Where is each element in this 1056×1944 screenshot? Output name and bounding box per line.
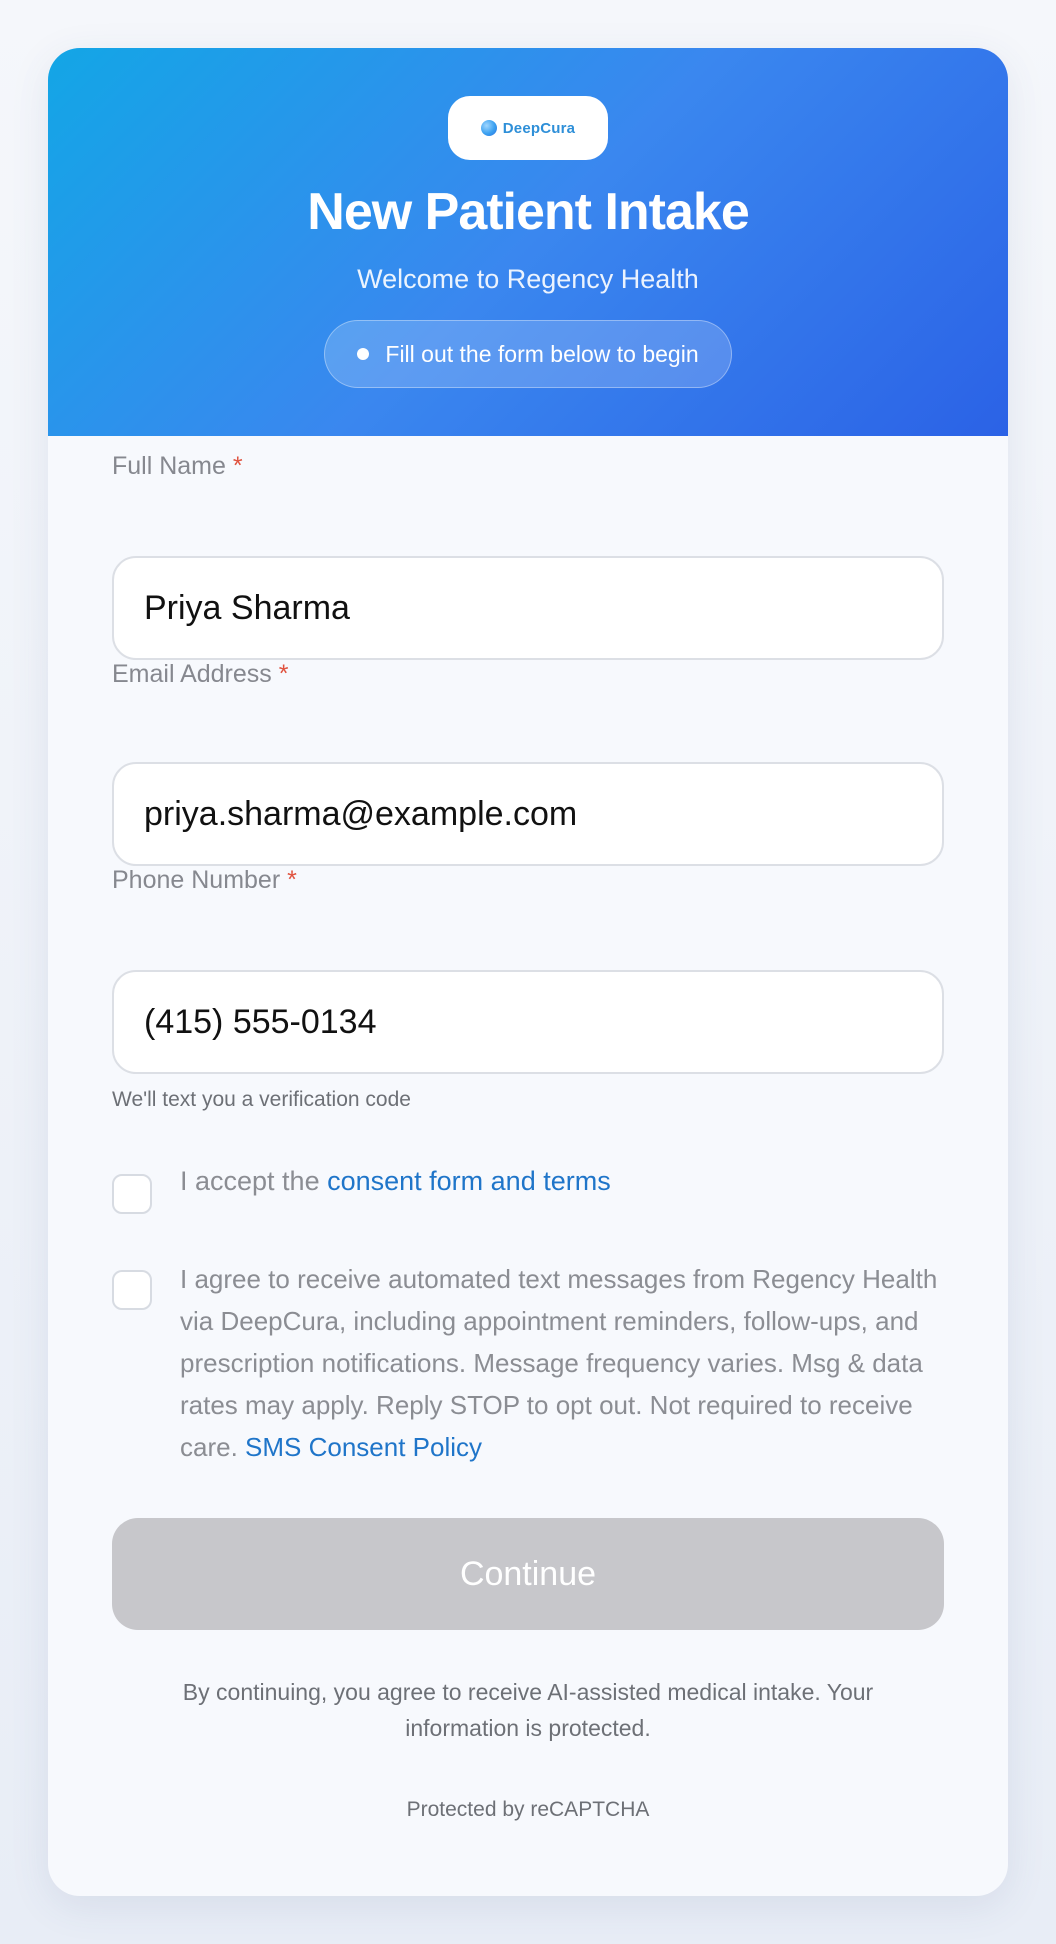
full-name-label: Full Name * bbox=[112, 452, 243, 481]
phone-label: Phone Number * bbox=[112, 866, 297, 895]
required-marker: * bbox=[232, 452, 243, 480]
page-title: New Patient Intake bbox=[307, 183, 749, 241]
full-name-input[interactable] bbox=[112, 556, 944, 660]
status-text: Fill out the form below to begin bbox=[385, 340, 699, 367]
sms-consent-label: I agree to receive automated text messag… bbox=[180, 1258, 950, 1468]
deepcura-logo-icon bbox=[480, 120, 497, 136]
disclaimer-text: By continuing, you agree to receive AI-a… bbox=[182, 1679, 874, 1741]
header-banner: DeepCura New Patient Intake Welcome to R… bbox=[48, 48, 1008, 436]
consent-label-text: I accept the bbox=[180, 1166, 328, 1196]
continue-button[interactable]: Continue bbox=[112, 1518, 944, 1630]
consent-checkbox[interactable] bbox=[112, 1174, 152, 1214]
consent-terms-link[interactable]: consent form and terms bbox=[327, 1166, 611, 1196]
brand-logo-text: DeepCura bbox=[502, 119, 576, 137]
status-badge: Fill out the form below to begin bbox=[324, 320, 732, 388]
brand-logo: DeepCura bbox=[448, 96, 608, 160]
required-marker: * bbox=[278, 660, 289, 688]
status-dot-icon bbox=[357, 348, 370, 360]
email-label-text: Email Address bbox=[112, 660, 272, 688]
email-input[interactable] bbox=[112, 762, 944, 866]
page-subtitle: Welcome to Regency Health bbox=[357, 264, 699, 294]
consent-label: I accept the consent form and terms bbox=[180, 1166, 611, 1197]
phone-input[interactable] bbox=[112, 970, 944, 1074]
email-label: Email Address * bbox=[112, 660, 288, 689]
phone-label-text: Phone Number bbox=[112, 866, 281, 894]
sms-consent-policy-link[interactable]: SMS Consent Policy bbox=[245, 1432, 482, 1462]
intake-card: DeepCura New Patient Intake Welcome to R… bbox=[48, 48, 1008, 1896]
phone-hint: We'll text you a verification code bbox=[112, 1088, 411, 1111]
required-marker: * bbox=[287, 866, 297, 894]
full-name-label-text: Full Name bbox=[112, 452, 226, 480]
sms-consent-checkbox[interactable] bbox=[112, 1270, 152, 1310]
recaptcha-notice: Protected by reCAPTCHA bbox=[406, 1798, 650, 1821]
